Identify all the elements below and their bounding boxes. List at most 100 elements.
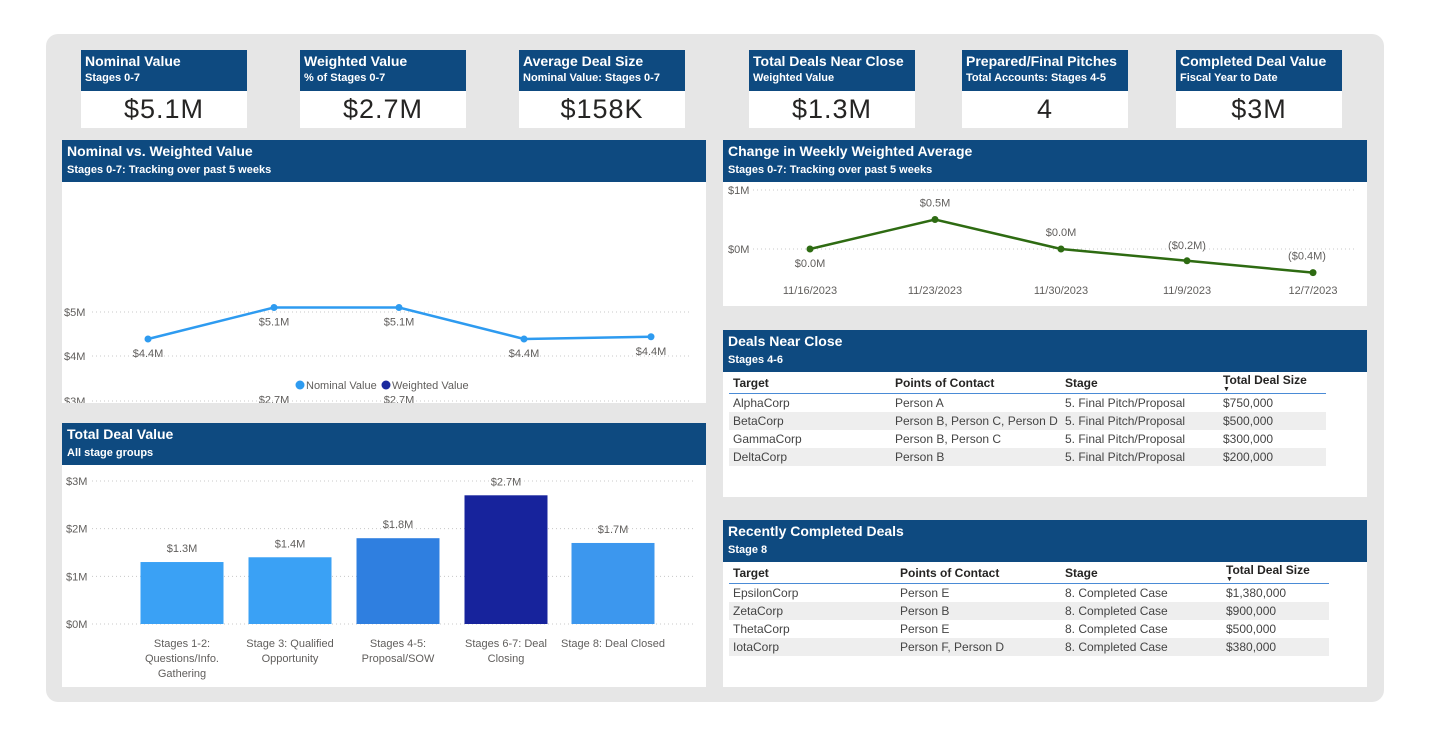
x-tick-line: Questions/Info. — [145, 653, 219, 665]
data-point[interactable] — [520, 335, 528, 343]
cell-deal-size: $200,000 — [1219, 448, 1326, 466]
kpi-nominal-value[interactable]: Nominal Value Stages 0-7 $5.1M — [81, 50, 247, 128]
kpi-title: Nominal Value — [85, 53, 181, 69]
bar[interactable] — [571, 542, 655, 624]
legend-marker — [295, 380, 305, 390]
weekly-change-line-chart[interactable]: $1M $0M $0.0M $0.5M $0.0M ($0.2M) ($0.4M) 11/16… — [723, 182, 1367, 306]
legend-label[interactable]: Weighted Value — [392, 380, 469, 392]
cell-contacts: Person A — [895, 396, 944, 410]
bar[interactable] — [140, 562, 224, 624]
y-tick-label: $0M — [728, 244, 749, 256]
table-row[interactable]: ThetaCorp Person E 8. Completed Case $500,0… — [729, 620, 1329, 638]
table-row[interactable]: IotaCorp Person F, Person D 8. Completed C… — [729, 638, 1329, 656]
bar[interactable] — [356, 538, 440, 624]
data-point[interactable] — [395, 304, 403, 311]
y-tick-label: $3M — [64, 396, 85, 403]
panel-subtitle: Stages 4-6 — [728, 354, 784, 366]
cell-deal-size: $900,000 — [1222, 602, 1329, 620]
data-label: $4.4M — [509, 348, 540, 360]
table-row[interactable]: AlphaCorp Person A 5. Final Pitch/Proposal… — [729, 394, 1326, 413]
cell-deal-size: $300,000 — [1223, 432, 1274, 446]
y-tick-label: $2M — [66, 524, 87, 536]
bar[interactable] — [248, 557, 332, 624]
x-tick-label: 12/7/2023 — [1289, 285, 1338, 297]
data-label: $2.7M — [491, 476, 522, 488]
cell-target: EpsilonCorp — [733, 586, 799, 600]
col-header-label: Total Deal Size — [1226, 563, 1310, 577]
table-row[interactable]: DeltaCorp Person B 5. Final Pitch/Proposal… — [729, 448, 1326, 466]
kpi-prepared-final-pitches[interactable]: Prepared/Final Pitches Total Accounts: St… — [962, 50, 1128, 128]
nominal-weighted-line-chart[interactable]: $5M$4M$3M$2M$4.4M$5.1M$5.1M$4.4M$4.4M$2.… — [62, 182, 706, 403]
col-header-deal-size[interactable]: Total Deal Size ▼ — [1222, 563, 1329, 584]
total-deal-value-panel: Total Deal Value All stage groups $3M $2M… — [62, 423, 706, 687]
cell-contacts: Person B — [896, 602, 1061, 620]
data-label: ($0.2M) — [1168, 240, 1206, 252]
total-deal-bar-chart[interactable]: $3M $2M $1M $0M $1.3M $1.4M $1.8M $2.7M $1.7M Sta… — [62, 465, 706, 687]
recently-completed-table: Target Points of Contact Stage Total Dea… — [729, 563, 1329, 656]
cell-stage: 8. Completed Case — [1061, 602, 1222, 620]
col-header-contacts[interactable]: Points of Contact — [891, 373, 1061, 394]
cell-contacts: Person B — [891, 448, 1061, 466]
data-point[interactable] — [806, 245, 814, 253]
cell-contacts: Person F, Person D — [896, 638, 1061, 656]
kpi-total-deals-near-close[interactable]: Total Deals Near Close Weighted Value $1.… — [749, 50, 915, 128]
legend-label[interactable]: Nominal Value — [306, 380, 377, 392]
cell-deal-size: $500,000 — [1219, 412, 1326, 430]
panel-title: Deals Near Close — [728, 333, 843, 349]
bar[interactable] — [464, 495, 548, 624]
kpi-title: Total Deals Near Close — [753, 53, 904, 69]
kpi-weighted-value[interactable]: Weighted Value % of Stages 0-7 $2.7M — [300, 50, 466, 128]
sort-down-icon: ▼ — [1223, 386, 1230, 393]
table-row[interactable]: GammaCorp Person B, Person C 5. Final Pitc… — [729, 430, 1326, 448]
data-point[interactable] — [647, 333, 655, 341]
col-header-deal-size[interactable]: Total Deal Size ▼ — [1219, 373, 1326, 394]
sort-down-icon: ▼ — [1226, 576, 1233, 583]
data-point[interactable] — [1057, 245, 1065, 253]
kpi-value: 4 — [962, 91, 1128, 128]
data-point[interactable] — [1183, 257, 1191, 265]
x-tick-line: Stages 1-2: — [154, 638, 210, 650]
data-label: $4.4M — [133, 348, 164, 360]
kpi-subtitle: % of Stages 0-7 — [304, 72, 386, 84]
cell-contacts: Person B, Person C — [895, 432, 1002, 446]
cell-stage: 8. Completed Case — [1065, 622, 1168, 636]
table-row[interactable]: EpsilonCorp Person E 8. Completed Case $1,3… — [729, 584, 1329, 603]
data-label: $1.4M — [275, 538, 306, 550]
kpi-value: $158K — [519, 91, 685, 128]
col-header-contacts[interactable]: Points of Contact — [896, 563, 1061, 584]
kpi-subtitle: Stages 0-7 — [85, 72, 141, 84]
cell-stage: 8. Completed Case — [1065, 586, 1168, 600]
data-label: $4.4M — [636, 346, 667, 358]
col-header-target[interactable]: Target — [729, 373, 891, 394]
kpi-completed-deal-value[interactable]: Completed Deal Value Fiscal Year to Date … — [1176, 50, 1342, 128]
panel-title: Total Deal Value — [67, 426, 174, 442]
data-label: $5.1M — [384, 317, 415, 329]
data-point[interactable] — [931, 216, 939, 223]
panel-title: Recently Completed Deals — [728, 523, 904, 539]
table-row[interactable]: ZetaCorp Person B 8. Completed Case $900,00… — [729, 602, 1329, 620]
x-tick-label: 11/30/2023 — [1034, 285, 1088, 297]
kpi-average-deal-size[interactable]: Average Deal Size Nominal Value: Stages 0… — [519, 50, 685, 128]
kpi-value: $1.3M — [749, 91, 915, 128]
panel-header: Total Deal Value All stage groups — [62, 423, 706, 465]
cell-stage: 5. Final Pitch/Proposal — [1065, 432, 1186, 446]
col-header-target[interactable]: Target — [729, 563, 896, 584]
data-point[interactable] — [144, 335, 152, 343]
cell-stage: 5. Final Pitch/Proposal — [1061, 412, 1219, 430]
deals-near-close-panel: Deals Near Close Stages 4-6 Target Point… — [723, 330, 1367, 497]
kpi-title: Completed Deal Value — [1180, 53, 1327, 69]
data-point[interactable] — [270, 304, 278, 311]
data-label: ($0.4M) — [1288, 251, 1326, 263]
x-tick-label: Stage 8: Deal Closed — [561, 638, 665, 650]
data-point[interactable] — [1309, 269, 1317, 277]
table-row[interactable]: BetaCorp Person B, Person C, Person D 5. F… — [729, 412, 1326, 430]
x-tick-line: Gathering — [158, 668, 206, 680]
kpi-value: $2.7M — [300, 91, 466, 128]
col-header-stage[interactable]: Stage — [1061, 373, 1219, 394]
col-header-stage[interactable]: Stage — [1061, 563, 1222, 584]
cell-stage: 5. Final Pitch/Proposal — [1065, 396, 1186, 410]
x-tick-label: Stages 4-5: Proposal/SOW — [362, 638, 435, 665]
y-tick-label: $1M — [66, 571, 87, 583]
data-label: $5.1M — [259, 317, 290, 329]
kpi-title: Average Deal Size — [523, 53, 644, 69]
